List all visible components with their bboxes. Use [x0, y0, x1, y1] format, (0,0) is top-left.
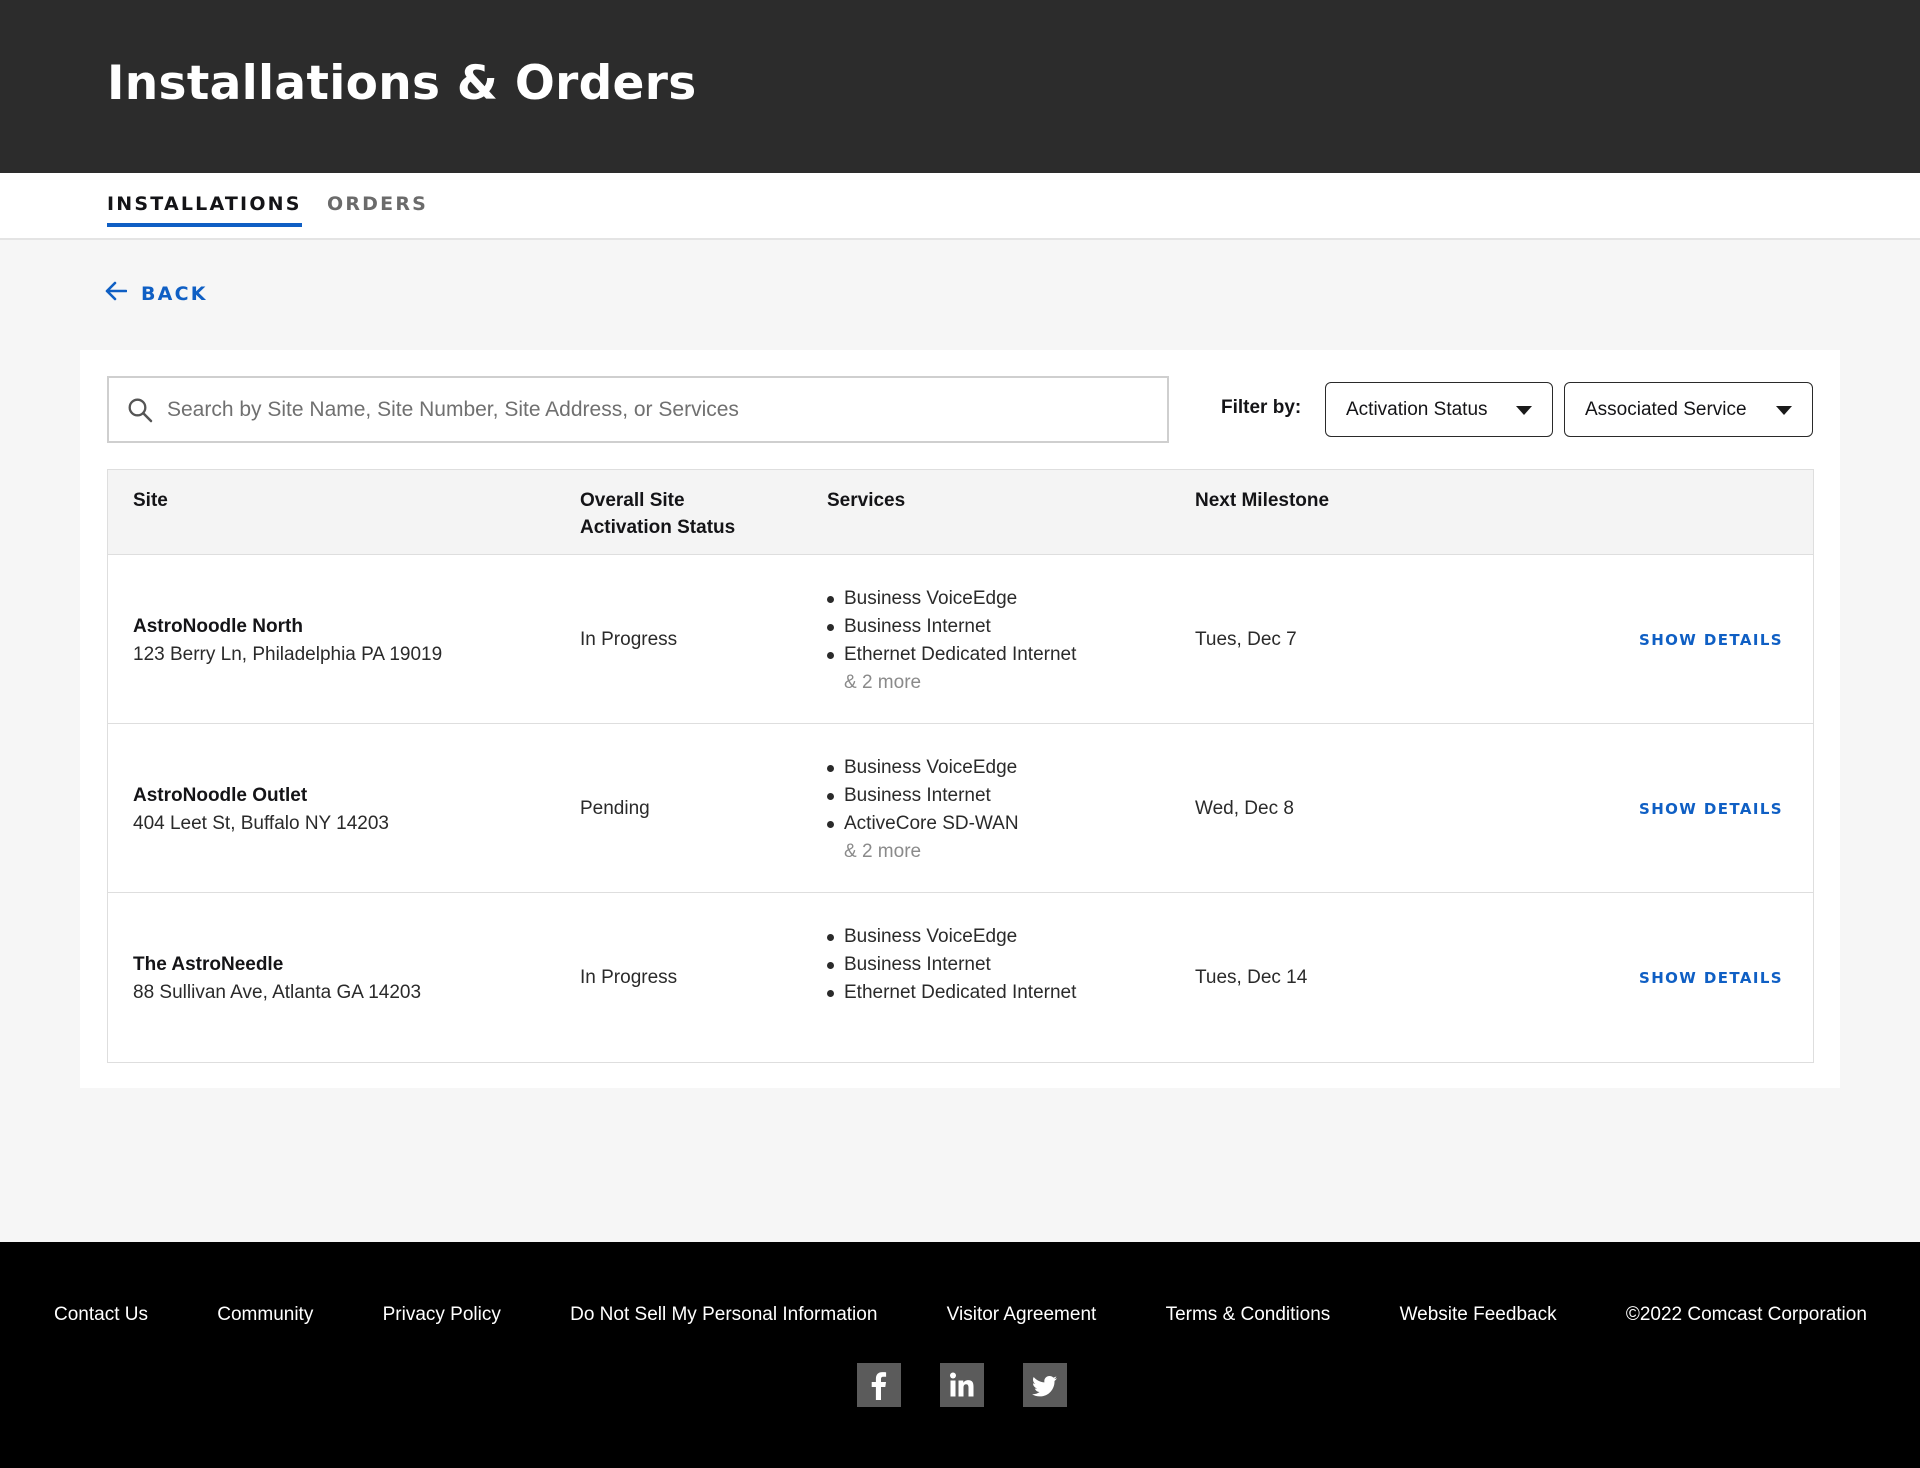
site-address: 404 Leet St, Buffalo NY 14203 — [133, 813, 389, 834]
associated-service-value: Associated Service — [1585, 398, 1747, 420]
site-address: 123 Berry Ln, Philadelphia PA 19019 — [133, 644, 443, 665]
bullet-icon — [827, 820, 834, 828]
show-details-button[interactable]: SHOW DETAILS — [1639, 969, 1783, 987]
column-header-status: Overall Site Activation Status — [580, 487, 770, 541]
next-milestone: Tues, Dec 7 — [1195, 629, 1297, 650]
activation-status: In Progress — [580, 967, 678, 988]
service-item: Business VoiceEdge — [827, 585, 1076, 613]
footer-link-website-feedback[interactable]: Website Feedback — [1400, 1304, 1557, 1326]
site-footer: Contact Us Community Privacy Policy Do N… — [0, 1242, 1920, 1468]
footer-link-community[interactable]: Community — [217, 1304, 313, 1326]
service-label: Business VoiceEdge — [844, 926, 1018, 947]
column-header-milestone: Next Milestone — [1195, 490, 1330, 511]
next-milestone: Tues, Dec 14 — [1195, 967, 1308, 988]
facebook-icon[interactable] — [857, 1363, 901, 1407]
social-links — [857, 1363, 1067, 1407]
bullet-icon — [827, 651, 834, 659]
bullet-icon — [827, 623, 834, 631]
table-header: Site Overall Site Activation Status Serv… — [108, 470, 1813, 555]
bullet-icon — [827, 764, 834, 772]
service-item: Business VoiceEdge — [827, 754, 1019, 782]
search-box[interactable] — [107, 376, 1169, 443]
search-icon — [128, 398, 153, 422]
service-label: Ethernet Dedicated Internet — [844, 644, 1077, 665]
linkedin-icon[interactable] — [940, 1363, 984, 1407]
show-details-button[interactable]: SHOW DETAILS — [1639, 800, 1783, 818]
copyright: ©2022 Comcast Corporation — [1625, 1304, 1867, 1325]
bullet-icon — [827, 961, 834, 969]
service-label: Business VoiceEdge — [844, 588, 1018, 609]
bullet-icon — [827, 792, 834, 800]
tab-orders[interactable]: ORDERS — [327, 193, 428, 215]
column-header-status-line1: Overall Site — [580, 490, 685, 511]
services-list: Business VoiceEdge Business Internet Eth… — [827, 585, 1076, 697]
table-row: AstroNoodle North 123 Berry Ln, Philadel… — [108, 555, 1813, 724]
site-address: 88 Sullivan Ave, Atlanta GA 14203 — [133, 982, 422, 1003]
service-label: Business Internet — [844, 954, 991, 975]
back-link[interactable]: BACK — [105, 281, 208, 306]
filter-label: Filter by: — [1221, 397, 1302, 418]
footer-links: Contact Us Community Privacy Policy Do N… — [0, 1304, 1920, 1326]
service-item: ActiveCore SD-WAN — [827, 810, 1019, 838]
site-name: The AstroNeedle — [133, 954, 284, 975]
footer-link-privacy-policy[interactable]: Privacy Policy — [383, 1304, 501, 1326]
service-label: Ethernet Dedicated Internet — [844, 982, 1077, 1003]
back-label: BACK — [141, 282, 208, 305]
footer-link-contact-us[interactable]: Contact Us — [54, 1304, 148, 1326]
arrow-left-icon — [105, 281, 128, 306]
column-header-services: Services — [827, 490, 906, 511]
more-services: & 2 more — [844, 672, 922, 693]
activation-status: In Progress — [580, 629, 678, 650]
service-item: Business Internet — [827, 782, 1019, 810]
column-header-site: Site — [133, 490, 168, 511]
service-label: Business Internet — [844, 616, 991, 637]
bullet-icon — [827, 989, 834, 997]
service-label: Business VoiceEdge — [844, 757, 1018, 778]
activation-status-select[interactable]: Activation Status — [1325, 382, 1553, 437]
more-services: & 2 more — [844, 841, 922, 862]
search-input[interactable] — [167, 397, 1147, 422]
service-item: Business Internet — [827, 951, 1076, 979]
site-name: AstroNoodle Outlet — [133, 785, 308, 806]
caret-down-icon — [1516, 406, 1532, 415]
installations-card: Filter by: Activation Status Associated … — [80, 350, 1840, 1088]
twitter-icon[interactable] — [1023, 1363, 1067, 1407]
service-item: Business VoiceEdge — [827, 923, 1076, 951]
table-row: The AstroNeedle 88 Sullivan Ave, Atlanta… — [108, 893, 1813, 1062]
service-item: Business Internet — [827, 613, 1076, 641]
page-header: Installations & Orders — [0, 0, 1920, 173]
associated-service-select[interactable]: Associated Service — [1564, 382, 1813, 437]
services-list: Business VoiceEdge Business Internet Act… — [827, 754, 1019, 866]
service-label: Business Internet — [844, 785, 991, 806]
page-title: Installations & Orders — [107, 56, 697, 111]
activation-status-value: Activation Status — [1346, 398, 1488, 420]
service-label: ActiveCore SD-WAN — [844, 813, 1019, 834]
caret-down-icon — [1776, 406, 1792, 415]
bullet-icon — [827, 933, 834, 941]
footer-link-do-not-sell[interactable]: Do Not Sell My Personal Information — [570, 1304, 877, 1326]
tab-bar: INSTALLATIONS ORDERS — [0, 173, 1920, 240]
footer-link-terms[interactable]: Terms & Conditions — [1166, 1304, 1331, 1326]
installations-table: Site Overall Site Activation Status Serv… — [107, 469, 1814, 1063]
site-name: AstroNoodle North — [133, 616, 303, 637]
bullet-icon — [827, 595, 834, 603]
table-row: AstroNoodle Outlet 404 Leet St, Buffalo … — [108, 724, 1813, 893]
next-milestone: Wed, Dec 8 — [1195, 798, 1294, 819]
service-item: Ethernet Dedicated Internet — [827, 979, 1076, 1007]
activation-status: Pending — [580, 798, 650, 819]
services-list: Business VoiceEdge Business Internet Eth… — [827, 923, 1076, 1007]
column-header-status-line2: Activation Status — [580, 517, 736, 538]
service-item: Ethernet Dedicated Internet — [827, 641, 1076, 669]
tab-installations[interactable]: INSTALLATIONS — [107, 193, 302, 227]
footer-link-visitor-agreement[interactable]: Visitor Agreement — [947, 1304, 1097, 1326]
show-details-button[interactable]: SHOW DETAILS — [1639, 631, 1783, 649]
